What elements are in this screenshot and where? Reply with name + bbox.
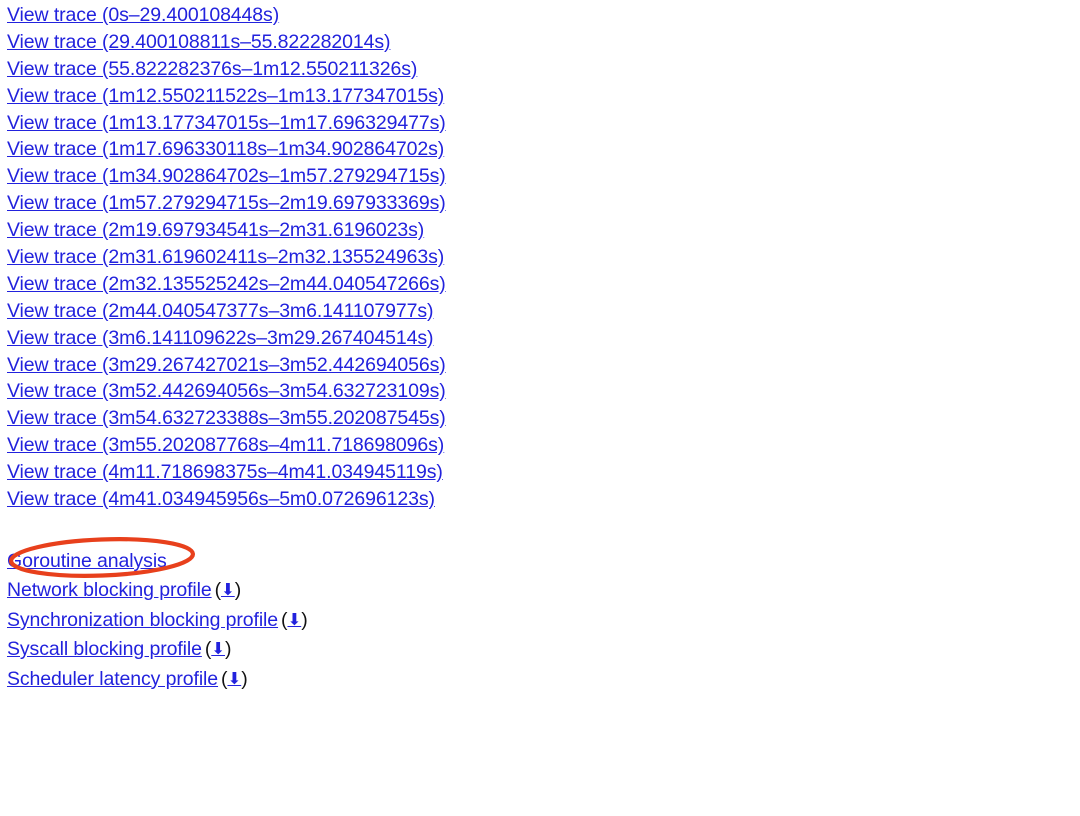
view-trace-link[interactable]: View trace (2m31.619602411s–2m32.1355249… [7, 246, 444, 268]
paren-close: ) [225, 638, 232, 661]
profile-link[interactable]: Network blocking profile [7, 579, 212, 601]
paren-close: ) [234, 579, 242, 602]
view-trace-link[interactable]: View trace (3m52.442694056s–3m54.6327231… [7, 380, 446, 402]
trace-link-item: View trace (1m17.696330118s–1m34.9028647… [7, 136, 446, 163]
download-icon[interactable]: ⬇ [227, 670, 241, 688]
trace-link-item: View trace (3m54.632723388s–3m55.2020875… [7, 405, 446, 432]
view-trace-link[interactable]: View trace (1m34.902864702s–1m57.2792947… [7, 165, 446, 187]
profile-link-item: Network blocking profile (⬇) [7, 576, 308, 605]
view-trace-link[interactable]: View trace (1m12.550211522s–1m13.1773470… [7, 85, 444, 107]
profile-link-list: Goroutine analysis Network blocking profi… [7, 547, 308, 694]
trace-link-item: View trace (1m34.902864702s–1m57.2792947… [7, 163, 446, 190]
trace-link-item: View trace (3m29.267427021s–3m52.4426940… [7, 352, 446, 379]
profile-link-item: Goroutine analysis [7, 547, 308, 576]
view-trace-link[interactable]: View trace (1m57.279294715s–2m19.6979333… [7, 192, 446, 214]
view-trace-link[interactable]: View trace (4m11.718698375s–4m41.0349451… [7, 461, 443, 483]
profile-link[interactable]: Synchronization blocking profile [7, 609, 278, 631]
trace-link-item: View trace (3m6.141109622s–3m29.26740451… [7, 325, 446, 352]
view-trace-link[interactable]: View trace (0s–29.400108448s) [7, 4, 279, 26]
trace-link-item: View trace (0s–29.400108448s) [7, 2, 446, 29]
trace-link-item: View trace (2m31.619602411s–2m32.1355249… [7, 244, 446, 271]
trace-link-item: View trace (3m55.202087768s–4m11.7186980… [7, 432, 446, 459]
view-trace-link[interactable]: View trace (55.822282376s–1m12.550211326… [7, 58, 417, 80]
view-trace-link[interactable]: View trace (1m17.696330118s–1m34.9028647… [7, 138, 444, 160]
trace-link-item: View trace (1m57.279294715s–2m19.6979333… [7, 190, 446, 217]
trace-link-item: View trace (4m11.718698375s–4m41.0349451… [7, 459, 446, 486]
profile-link[interactable]: Syscall blocking profile [7, 638, 202, 660]
paren-close: ) [301, 608, 308, 631]
download-group: (⬇) [215, 579, 242, 601]
view-trace-link[interactable]: View trace (3m54.632723388s–3m55.2020875… [7, 407, 446, 429]
view-trace-link[interactable]: View trace (3m29.267427021s–3m52.4426940… [7, 354, 446, 376]
download-icon[interactable]: ⬇ [287, 611, 301, 629]
download-icon[interactable]: ⬇ [221, 581, 235, 599]
view-trace-link[interactable]: View trace (2m44.040547377s–3m6.14110797… [7, 300, 434, 322]
profile-link-item: Scheduler latency profile (⬇) [7, 665, 308, 694]
profile-link[interactable]: Scheduler latency profile [7, 668, 218, 690]
trace-link-item: View trace (4m41.034945956s–5m0.07269612… [7, 486, 446, 513]
view-trace-link[interactable]: View trace (29.400108811s–55.822282014s) [7, 31, 391, 53]
download-group: (⬇) [221, 668, 248, 690]
paren-close: ) [241, 667, 248, 690]
view-trace-link[interactable]: View trace (4m41.034945956s–5m0.07269612… [7, 488, 435, 510]
view-trace-link[interactable]: View trace (3m55.202087768s–4m11.7186980… [7, 434, 444, 456]
trace-link-item: View trace (2m44.040547377s–3m6.14110797… [7, 298, 446, 325]
trace-link-item: View trace (3m52.442694056s–3m54.6327231… [7, 378, 446, 405]
trace-index-page: View trace (0s–29.400108448s) View trace … [0, 0, 1080, 816]
trace-link-list: View trace (0s–29.400108448s) View trace … [7, 2, 446, 513]
view-trace-link[interactable]: View trace (1m13.177347015s–1m17.6963294… [7, 112, 446, 134]
trace-link-item: View trace (55.822282376s–1m12.550211326… [7, 56, 446, 83]
download-icon[interactable]: ⬇ [211, 640, 225, 658]
view-trace-link[interactable]: View trace (2m32.135525242s–2m44.0405472… [7, 273, 446, 295]
view-trace-link[interactable]: View trace (3m6.141109622s–3m29.26740451… [7, 327, 434, 349]
trace-link-item: View trace (1m13.177347015s–1m17.6963294… [7, 110, 446, 137]
profile-link[interactable]: Goroutine analysis [7, 550, 167, 572]
trace-link-item: View trace (2m19.697934541s–2m31.6196023… [7, 217, 446, 244]
profile-link-item: Syscall blocking profile (⬇) [7, 635, 308, 664]
trace-link-item: View trace (29.400108811s–55.822282014s) [7, 29, 446, 56]
trace-link-item: View trace (2m32.135525242s–2m44.0405472… [7, 271, 446, 298]
view-trace-link[interactable]: View trace (2m19.697934541s–2m31.6196023… [7, 219, 424, 241]
profile-link-item: Synchronization blocking profile (⬇) [7, 606, 308, 635]
trace-link-item: View trace (1m12.550211522s–1m13.1773470… [7, 83, 446, 110]
download-group: (⬇) [281, 609, 308, 631]
download-group: (⬇) [205, 638, 232, 660]
